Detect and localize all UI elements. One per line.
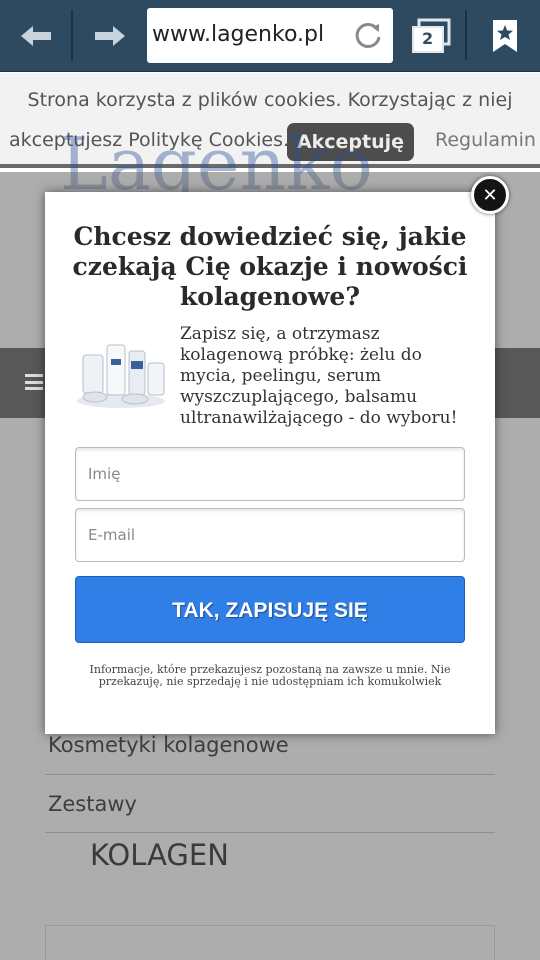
forward-button[interactable] xyxy=(80,10,140,62)
menu-divider xyxy=(45,774,495,775)
url-text: www.lagenko.pl xyxy=(152,22,325,47)
name-input[interactable] xyxy=(75,447,465,501)
section-title: KOLAGEN xyxy=(90,838,229,872)
browser-toolbar: www.lagenko.pl 2 xyxy=(0,0,540,72)
toolbar-divider xyxy=(465,10,467,60)
cookie-text-line1: Strona korzysta z plików cookies. Korzys… xyxy=(27,89,513,111)
popup-description: Zapisz się, a otrzymasz kolagenową próbk… xyxy=(180,324,458,428)
regulamin-link[interactable]: Regulamin xyxy=(435,129,536,151)
menu-item-kosmetyki[interactable]: Kosmetyki kolagenowe xyxy=(48,733,289,757)
back-button[interactable] xyxy=(8,10,64,62)
toolbar-divider xyxy=(71,10,73,60)
popup-title: Chcesz dowiedzieć się, jakie czekają Cię… xyxy=(72,222,468,311)
menu-divider xyxy=(45,832,495,833)
subscribe-button[interactable]: TAK, ZAPISUJĘ SIĘ xyxy=(75,576,465,643)
product-card[interactable] xyxy=(45,925,495,960)
hamburger-menu-icon[interactable] xyxy=(25,374,43,390)
bookmark-star-icon xyxy=(493,20,517,52)
tab-count: 2 xyxy=(422,29,434,48)
arrow-left-icon xyxy=(21,26,51,46)
bookmark-button[interactable] xyxy=(478,10,532,62)
address-bar[interactable]: www.lagenko.pl xyxy=(147,8,393,63)
close-icon: ✕ xyxy=(482,184,498,206)
product-samples-image xyxy=(77,344,165,408)
arrow-right-icon xyxy=(95,26,125,46)
close-popup-button[interactable]: ✕ xyxy=(471,176,509,214)
tabs-button[interactable]: 2 xyxy=(405,10,457,62)
email-input[interactable] xyxy=(75,508,465,562)
privacy-disclaimer: Informacje, które przekazujesz pozostaną… xyxy=(89,663,451,688)
newsletter-popup: Chcesz dowiedzieć się, jakie czekają Cię… xyxy=(45,192,495,734)
menu-item-zestawy[interactable]: Zestawy xyxy=(48,792,137,816)
reload-icon[interactable] xyxy=(353,20,383,50)
